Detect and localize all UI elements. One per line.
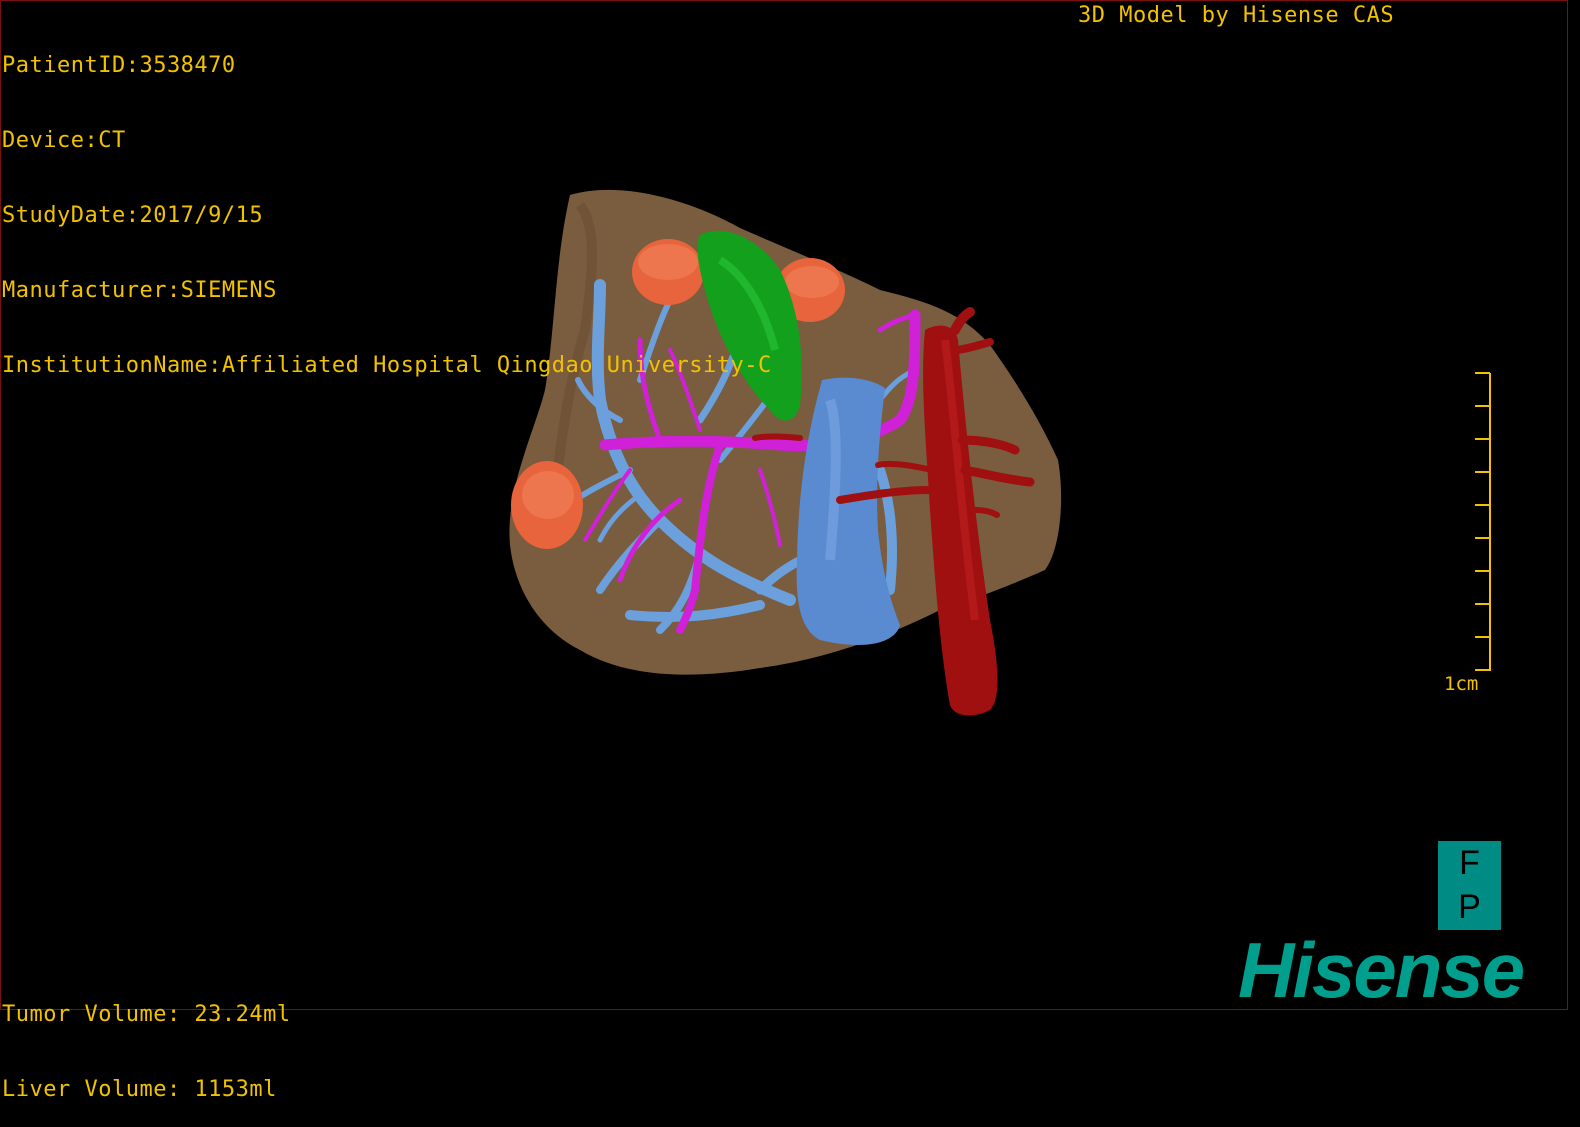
hisense-logo: Hisense xyxy=(1238,926,1525,1014)
volume-info: Tumor Volume: 23.24ml Liver Volume: 1153… xyxy=(2,952,291,1127)
orientation-top-label: F xyxy=(1459,844,1480,882)
manufacturer-text: Manufacturer:SIEMENS xyxy=(2,278,277,303)
device-text: Device:CT xyxy=(2,128,126,153)
institution-text: InstitutionName:Affiliated Hospital Qing… xyxy=(2,353,772,378)
orientation-indicator[interactable]: F P xyxy=(1438,841,1501,930)
tumor-volume-text: Tumor Volume: 23.24ml xyxy=(2,1002,291,1027)
liver-volume-text: Liver Volume: 1153ml xyxy=(2,1077,277,1102)
model-credit: 3D Model by Hisense CAS xyxy=(1078,3,1395,28)
study-date-text: StudyDate:2017/9/15 xyxy=(2,203,264,228)
patient-id-text: PatientID:3538470 xyxy=(2,53,236,78)
scale-bar xyxy=(1475,372,1491,671)
study-info: PatientID:3538470 Device:CT StudyDate:20… xyxy=(2,3,772,403)
orientation-bottom-label: P xyxy=(1458,888,1481,926)
scale-label: 1cm xyxy=(1444,673,1479,695)
